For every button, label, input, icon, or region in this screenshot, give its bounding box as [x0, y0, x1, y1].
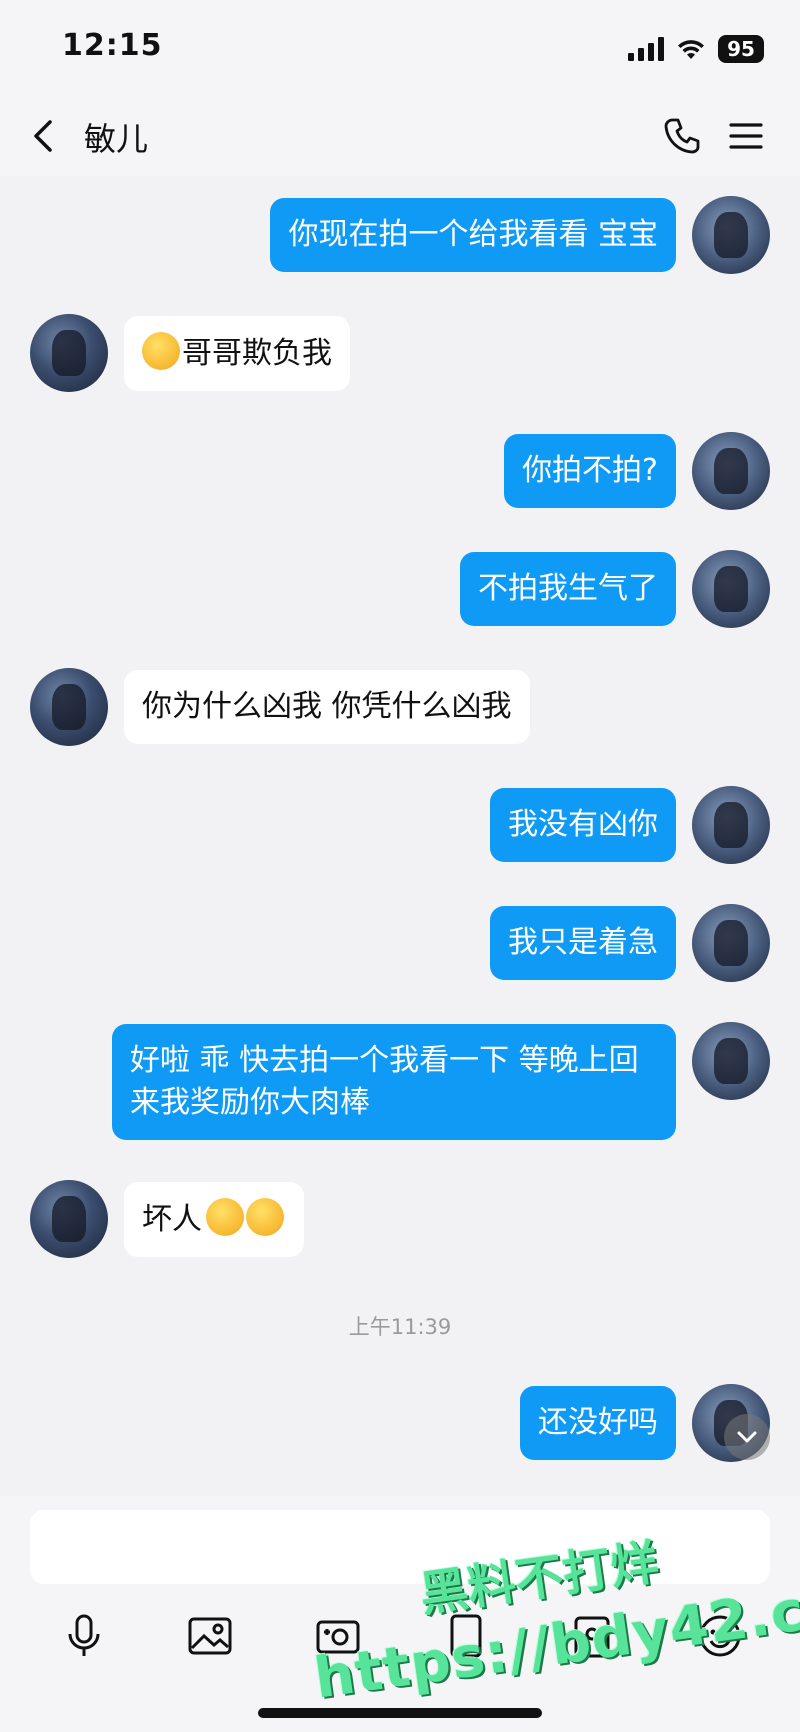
- contact-avatar[interactable]: [30, 314, 108, 392]
- red-packet-icon[interactable]: [566, 1610, 618, 1662]
- message-bubble[interactable]: 我只是着急: [490, 906, 676, 980]
- message-bubble[interactable]: 不拍我生气了: [460, 552, 676, 626]
- message-input[interactable]: [30, 1510, 770, 1584]
- back-button[interactable]: [24, 114, 64, 158]
- contact-name: 敏儿: [84, 120, 149, 158]
- message-text: 哥哥欺负我: [182, 336, 332, 371]
- my-avatar[interactable]: [692, 904, 770, 982]
- composer: [0, 1496, 800, 1732]
- wifi-icon: [678, 40, 704, 59]
- message-bubble[interactable]: 好啦 乖 快去拍一个我看一下 等晚上回来我奖励你大肉棒: [112, 1024, 676, 1140]
- contact-avatar[interactable]: [30, 668, 108, 746]
- message-list[interactable]: 你现在拍一个给我看看 宝宝 哥哥欺负我 你拍不拍? 不拍我生气了 你为什么凶我 …: [0, 176, 800, 1496]
- home-indicator: [258, 1708, 542, 1718]
- cellular-signal-icon: [628, 37, 664, 61]
- more-menu-button[interactable]: [726, 116, 766, 156]
- emoji-icon[interactable]: [694, 1610, 746, 1662]
- chevron-down-icon: [737, 1431, 757, 1443]
- hand-over-mouth-emoji-icon: [246, 1198, 284, 1236]
- phone-call-button[interactable]: [660, 114, 704, 158]
- contact-avatar[interactable]: [30, 1180, 108, 1258]
- battery-indicator: 95: [718, 35, 764, 63]
- chat-header: 敏儿: [0, 96, 800, 176]
- status-time: 12:15: [62, 28, 163, 63]
- message-bubble[interactable]: 你为什么凶我 你凭什么凶我: [124, 670, 530, 744]
- my-avatar[interactable]: [692, 432, 770, 510]
- message-bubble[interactable]: 我没有凶你: [490, 788, 676, 862]
- pleading-face-emoji-icon: [142, 332, 180, 370]
- camera-icon[interactable]: [312, 1610, 364, 1662]
- my-avatar[interactable]: [692, 1022, 770, 1100]
- my-avatar[interactable]: [692, 786, 770, 864]
- message-text: 坏人: [142, 1202, 202, 1237]
- status-indicators: 95: [628, 34, 764, 64]
- my-avatar[interactable]: [692, 550, 770, 628]
- message-bubble[interactable]: 坏人: [124, 1182, 304, 1257]
- my-avatar[interactable]: [692, 196, 770, 274]
- message-timestamp: 上午11:39: [348, 1315, 452, 1339]
- status-bar: 12:15 95: [0, 0, 800, 96]
- message-bubble[interactable]: 你现在拍一个给我看看 宝宝: [270, 198, 676, 272]
- message-bubble[interactable]: 还没好吗: [520, 1386, 676, 1460]
- microphone-icon[interactable]: [58, 1610, 110, 1662]
- message-bubble[interactable]: 你拍不拍?: [504, 434, 676, 508]
- hand-over-mouth-emoji-icon: [206, 1198, 244, 1236]
- message-bubble[interactable]: 哥哥欺负我: [124, 316, 350, 391]
- file-icon[interactable]: [440, 1610, 492, 1662]
- image-icon[interactable]: [184, 1610, 236, 1662]
- scroll-to-bottom-button[interactable]: [724, 1414, 770, 1460]
